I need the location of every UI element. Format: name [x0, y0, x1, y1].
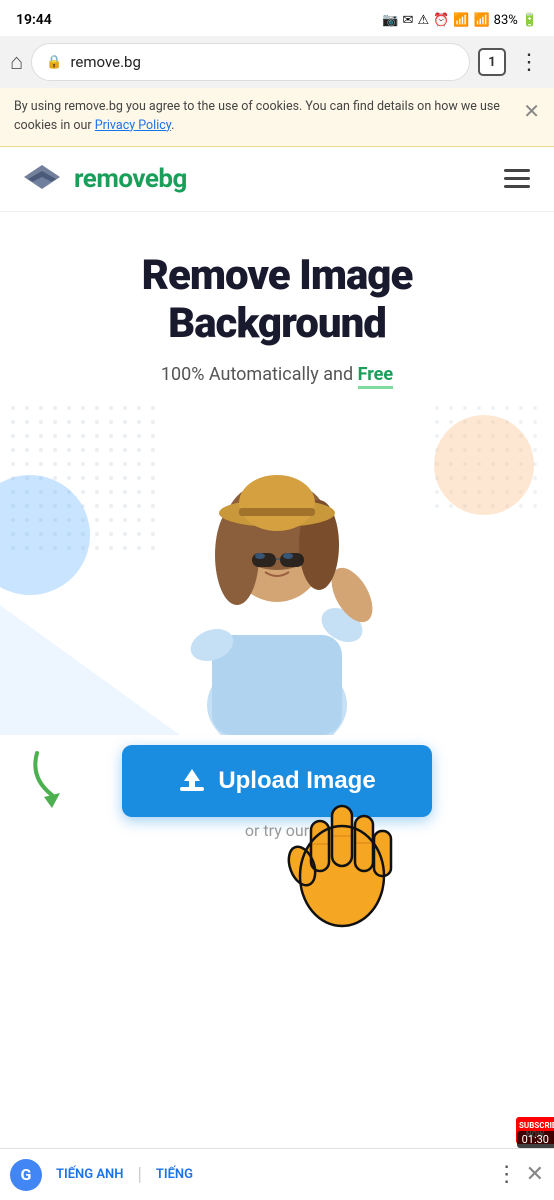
translator-bar: G TIẾNG ANH | TIẾNG ⋮ ✕: [0, 1148, 554, 1200]
battery-percent: 83%: [494, 13, 518, 28]
woman-figure: [157, 415, 397, 735]
home-button[interactable]: ⌂: [10, 49, 23, 75]
orange-decorative-shape: [434, 415, 534, 515]
hero-section: Remove Image Background 100% Automatical…: [0, 212, 554, 396]
language-vietnamese-button[interactable]: TIẾNG: [150, 1167, 199, 1182]
url-text: remove.bg: [70, 53, 140, 71]
cookie-banner: By using remove.bg you agree to the use …: [0, 88, 554, 147]
cookie-text: By using remove.bg you agree to the use …: [14, 98, 513, 136]
hamburger-line-1: [504, 169, 530, 172]
status-bar: 19:44 📷 ✉ ⚠ ⏰ 📶 📶 83% 🔋: [0, 0, 554, 36]
browser-menu-button[interactable]: ⋮: [514, 50, 544, 75]
warning-icon: ⚠: [417, 13, 429, 28]
hamburger-line-3: [504, 185, 530, 188]
lock-icon: 🔒: [46, 55, 62, 70]
email-icon: ✉: [403, 13, 414, 28]
language-separator: |: [137, 1164, 141, 1185]
google-translate-icon: G: [10, 1159, 42, 1191]
or-try-text: or try our: [245, 821, 309, 840]
hero-title: Remove Image Background: [20, 252, 534, 349]
logo-text: removebg: [74, 164, 187, 194]
browser-chrome: ⌂ 🔒 remove.bg 1 ⋮: [0, 36, 554, 88]
alarm-icon: ⏰: [433, 13, 449, 28]
hamburger-line-2: [504, 177, 530, 180]
hamburger-menu-button[interactable]: [500, 165, 534, 192]
status-time: 19:44: [16, 12, 52, 28]
upload-image-button[interactable]: Upload Image: [122, 745, 432, 817]
camera-icon: 📷: [382, 13, 398, 28]
translator-close-button[interactable]: ✕: [526, 1162, 544, 1187]
logo[interactable]: removebg: [20, 161, 187, 197]
logo-bg: bg: [158, 164, 186, 194]
url-bar[interactable]: 🔒 remove.bg: [31, 43, 470, 81]
triangle-shape: [0, 605, 180, 735]
hero-subtitle: 100% Automatically and Free: [20, 364, 534, 385]
status-icons: 📷 ✉ ⚠ ⏰ 📶 📶 83% 🔋: [382, 13, 538, 28]
upload-button-label: Upload Image: [218, 767, 375, 795]
privacy-policy-link[interactable]: Privacy Policy: [95, 118, 171, 133]
cookie-close-button[interactable]: ✕: [523, 96, 540, 126]
signal-icon: 📶: [473, 13, 489, 28]
upload-section: Upload Image or try our: [0, 735, 554, 860]
timer-badge: 01:30: [517, 1131, 554, 1148]
language-english-button[interactable]: TIẾNG ANH: [50, 1167, 129, 1182]
arrow-indicator: [22, 743, 87, 812]
site-header: removebg: [0, 147, 554, 212]
logo-icon: [20, 161, 64, 197]
wifi-icon: 📶: [453, 13, 469, 28]
translator-menu-button[interactable]: ⋮: [496, 1162, 518, 1187]
hero-image-scene: [0, 395, 554, 735]
battery-icon: 🔋: [522, 13, 538, 28]
upload-icon: [178, 767, 206, 795]
logo-remove: remove: [74, 164, 158, 194]
tab-count-button[interactable]: 1: [478, 48, 506, 76]
arrow-svg: [22, 743, 87, 808]
